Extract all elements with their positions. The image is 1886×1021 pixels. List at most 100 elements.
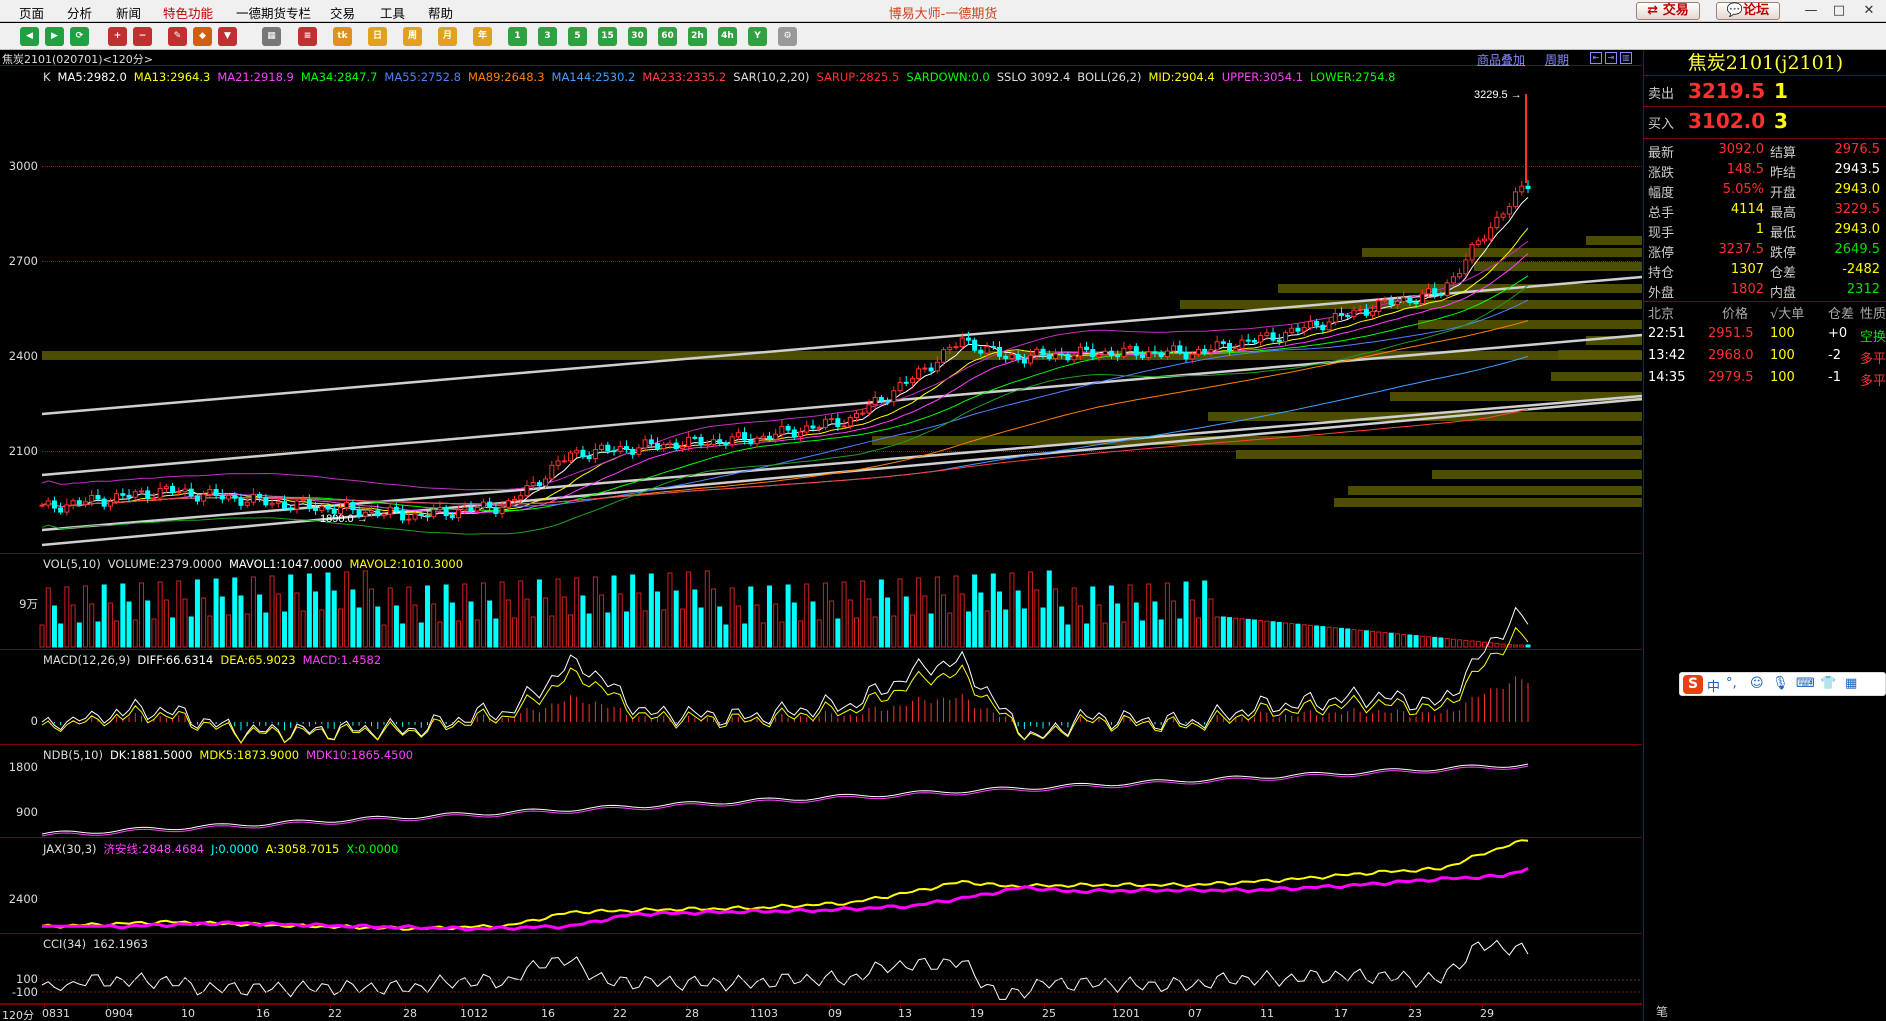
ime-mode[interactable]: 中: [1707, 676, 1720, 695]
candle-body: [1071, 355, 1077, 361]
candle-body: [58, 507, 64, 513]
candle-body: [773, 433, 779, 440]
volume-bar: [636, 592, 642, 648]
candle-body: [1164, 350, 1170, 357]
chat-icon: 💬: [1726, 3, 1744, 18]
tools-icon[interactable]: ▦: [1845, 676, 1857, 691]
volume-bar: [984, 610, 990, 648]
volume-bar: [1127, 584, 1133, 648]
quote-key: 涨跌: [1648, 166, 1675, 181]
volume-bar: [785, 584, 791, 648]
candle-body: [1500, 213, 1506, 218]
quote-key: 仓差: [1770, 266, 1797, 281]
time-tick: 16: [256, 1007, 270, 1020]
candle-body: [1171, 345, 1177, 352]
candle-body: [916, 368, 922, 380]
candle-body: [1382, 299, 1388, 302]
volume-bar: [400, 623, 406, 648]
candle-body: [1251, 339, 1257, 343]
candle-body: [878, 396, 884, 402]
candle-body: [412, 513, 418, 520]
candle-body: [145, 490, 151, 499]
time-tick: 29: [1480, 1007, 1494, 1020]
volume-bar: [132, 619, 138, 648]
candle-body: [673, 442, 679, 450]
restore-button[interactable]: □: [1828, 2, 1850, 19]
candle-body: [897, 381, 903, 392]
keyboard-icon[interactable]: ⌨: [1796, 676, 1815, 691]
volume-bar: [1320, 626, 1326, 648]
candle-body: [1295, 327, 1301, 332]
quote-value: 2312: [1846, 282, 1880, 297]
time-tick: 28: [403, 1007, 417, 1020]
trade-button[interactable]: ⇄ 交易: [1636, 2, 1700, 20]
volume-bar: [673, 590, 679, 648]
volume-bar: [1077, 605, 1083, 648]
volume-bar: [1096, 604, 1102, 648]
candle-body: [1146, 351, 1152, 358]
volume-bar: [723, 624, 729, 648]
candle-body: [1202, 348, 1208, 353]
bid-row[interactable]: 买入 3102.0 3: [1644, 109, 1886, 135]
volume-bar: [1326, 626, 1332, 648]
volume-bar: [1444, 638, 1450, 648]
volume-bar: [288, 574, 294, 648]
punct-icon[interactable]: °,: [1726, 676, 1737, 691]
candle-body: [1326, 321, 1332, 331]
volume-bar: [70, 604, 76, 648]
candle-body: [679, 446, 685, 450]
candle-body: [275, 501, 281, 504]
volume-bar: [779, 621, 785, 648]
volume-bar: [885, 597, 891, 648]
volume-bar: [1214, 616, 1220, 648]
candle-body: [555, 460, 561, 466]
volume-bar: [356, 607, 362, 648]
candle-body: [101, 498, 107, 507]
candle-body: [89, 494, 95, 503]
candle-body: [1332, 312, 1338, 323]
minimize-button[interactable]: —: [1800, 2, 1822, 19]
time-tick: 1012: [460, 1007, 488, 1020]
candle-body: [462, 507, 468, 511]
volume-bar: [151, 618, 157, 648]
volume-bar: [586, 613, 592, 648]
volume-bar: [412, 604, 418, 648]
candle-body: [1003, 355, 1009, 359]
forum-button[interactable]: 💬论坛: [1716, 2, 1780, 20]
time-tick: 22: [328, 1007, 342, 1020]
candle-body: [325, 505, 331, 510]
volume-bar: [536, 579, 542, 648]
volume-bar: [692, 589, 698, 648]
mic-icon[interactable]: 🎙: [1772, 676, 1789, 691]
candle-body: [1289, 327, 1295, 334]
time-tick: 16: [541, 1007, 555, 1020]
ime-toolbar[interactable]: S 中 °, ☺ 🎙 ⌨ 👕 ▦: [1679, 672, 1886, 696]
candle-body: [263, 497, 269, 506]
candle-body: [760, 435, 766, 439]
close-button[interactable]: ✕: [1858, 2, 1880, 19]
candle-body: [1077, 346, 1083, 357]
skin-icon[interactable]: 👕: [1820, 676, 1836, 691]
volume-bar: [549, 615, 555, 648]
candle-body: [567, 452, 573, 462]
candle-body: [431, 509, 437, 518]
candle-body: [1457, 273, 1463, 278]
quote-key: 跌停: [1770, 246, 1797, 261]
candle-body: [1046, 354, 1052, 359]
candle-body: [810, 425, 816, 429]
volume-bar: [903, 596, 909, 648]
ask-row[interactable]: 卖出 3219.5 1: [1644, 79, 1886, 105]
candle-body: [39, 504, 45, 507]
candle-body: [1220, 341, 1226, 344]
quote-value: -2482: [1842, 262, 1880, 277]
tick-cell: -2: [1828, 348, 1841, 363]
volume-bar: [1108, 585, 1114, 648]
candle-body: [369, 510, 375, 513]
candle-body: [1028, 354, 1034, 364]
candle-body: [997, 346, 1003, 357]
volume-bar: [667, 572, 673, 648]
candle-body: [1084, 346, 1090, 351]
volume-bar: [611, 575, 617, 648]
emoji-icon[interactable]: ☺: [1750, 676, 1764, 691]
chart-canvas[interactable]: 3229.5 → 1890.0 →: [0, 0, 1642, 1021]
